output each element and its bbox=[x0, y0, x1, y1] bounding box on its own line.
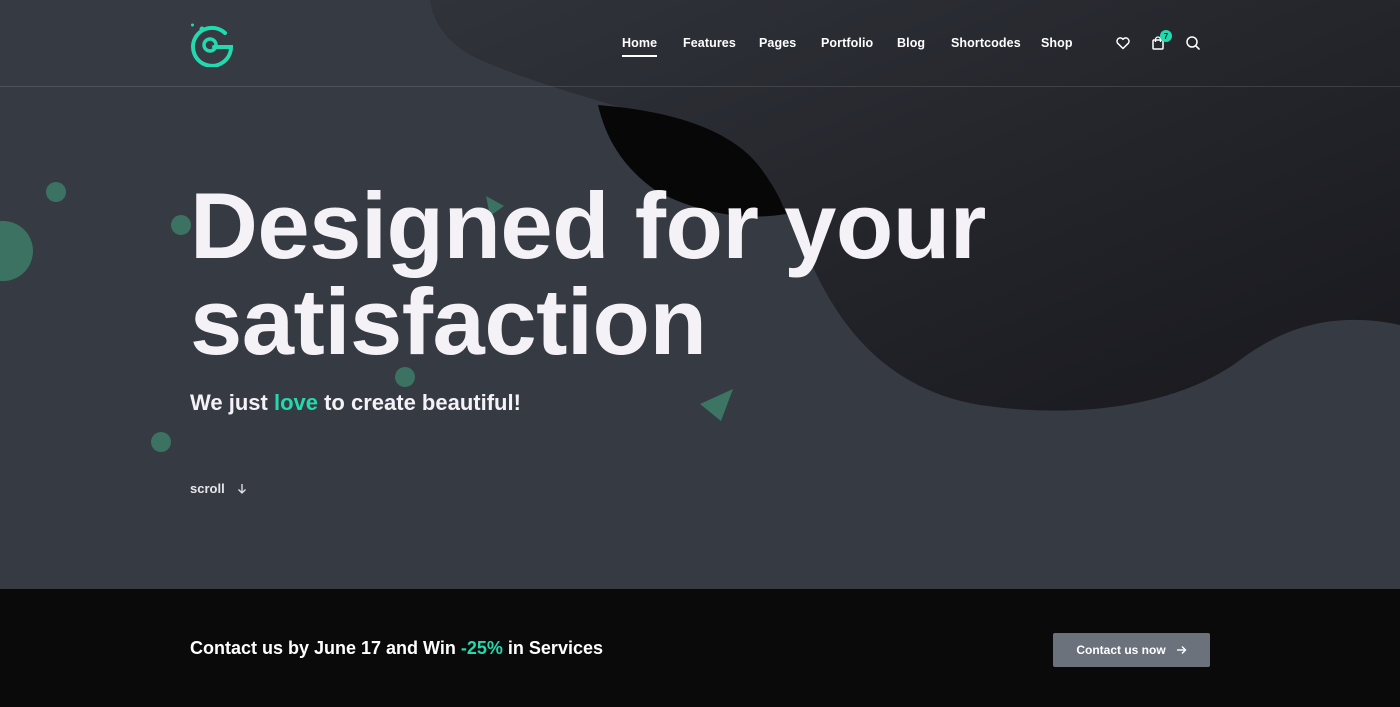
nav-home[interactable]: Home bbox=[622, 36, 658, 57]
nav-shortcodes[interactable]: Shortcodes bbox=[951, 36, 1021, 50]
arrow-right-icon bbox=[1176, 646, 1187, 654]
nav-shop[interactable]: Shop bbox=[1041, 36, 1073, 50]
g-circuit-logo-icon[interactable] bbox=[188, 21, 236, 67]
headline-line-1: Designed for your bbox=[190, 173, 986, 278]
tagline-text-end: to create beautiful! bbox=[317, 390, 521, 415]
hero-headline: Designed for your satisfaction bbox=[190, 178, 986, 370]
tagline-text: We just bbox=[190, 390, 274, 415]
nav-blog[interactable]: Blog bbox=[897, 36, 925, 50]
hero-tagline: We just love to create beautiful! bbox=[190, 390, 521, 416]
contact-button-label: Contact us now bbox=[1076, 643, 1166, 657]
scroll-label: scroll bbox=[190, 481, 225, 496]
search-icon[interactable] bbox=[1185, 35, 1201, 51]
site-header: Home Features Pages Portfolio Blog Short… bbox=[0, 0, 1400, 87]
scroll-button[interactable]: scroll bbox=[190, 481, 247, 496]
heart-icon[interactable] bbox=[1115, 35, 1131, 51]
contact-us-button[interactable]: Contact us now bbox=[1053, 633, 1210, 667]
decor-circle bbox=[151, 432, 171, 452]
cta-text: Contact us by June 17 and Win -25% in Se… bbox=[190, 638, 603, 659]
decor-circle bbox=[171, 215, 191, 235]
cta-text-start: Contact us by June 17 and Win bbox=[190, 638, 461, 658]
nav-features[interactable]: Features bbox=[683, 36, 736, 50]
tagline-accent: love bbox=[273, 390, 318, 415]
decor-circle bbox=[46, 182, 66, 202]
decor-circle bbox=[0, 221, 33, 281]
cta-discount: -25% bbox=[460, 638, 503, 658]
decor-triangle bbox=[700, 389, 733, 421]
hero-section: Home Features Pages Portfolio Blog Short… bbox=[0, 0, 1400, 589]
headline-line-2: satisfaction bbox=[190, 269, 707, 374]
arrow-down-icon bbox=[237, 483, 246, 494]
cta-text-end: in Services bbox=[502, 638, 603, 658]
cart-count-badge: 7 bbox=[1160, 30, 1172, 42]
nav-portfolio[interactable]: Portfolio bbox=[821, 36, 873, 50]
nav-pages[interactable]: Pages bbox=[759, 36, 796, 50]
